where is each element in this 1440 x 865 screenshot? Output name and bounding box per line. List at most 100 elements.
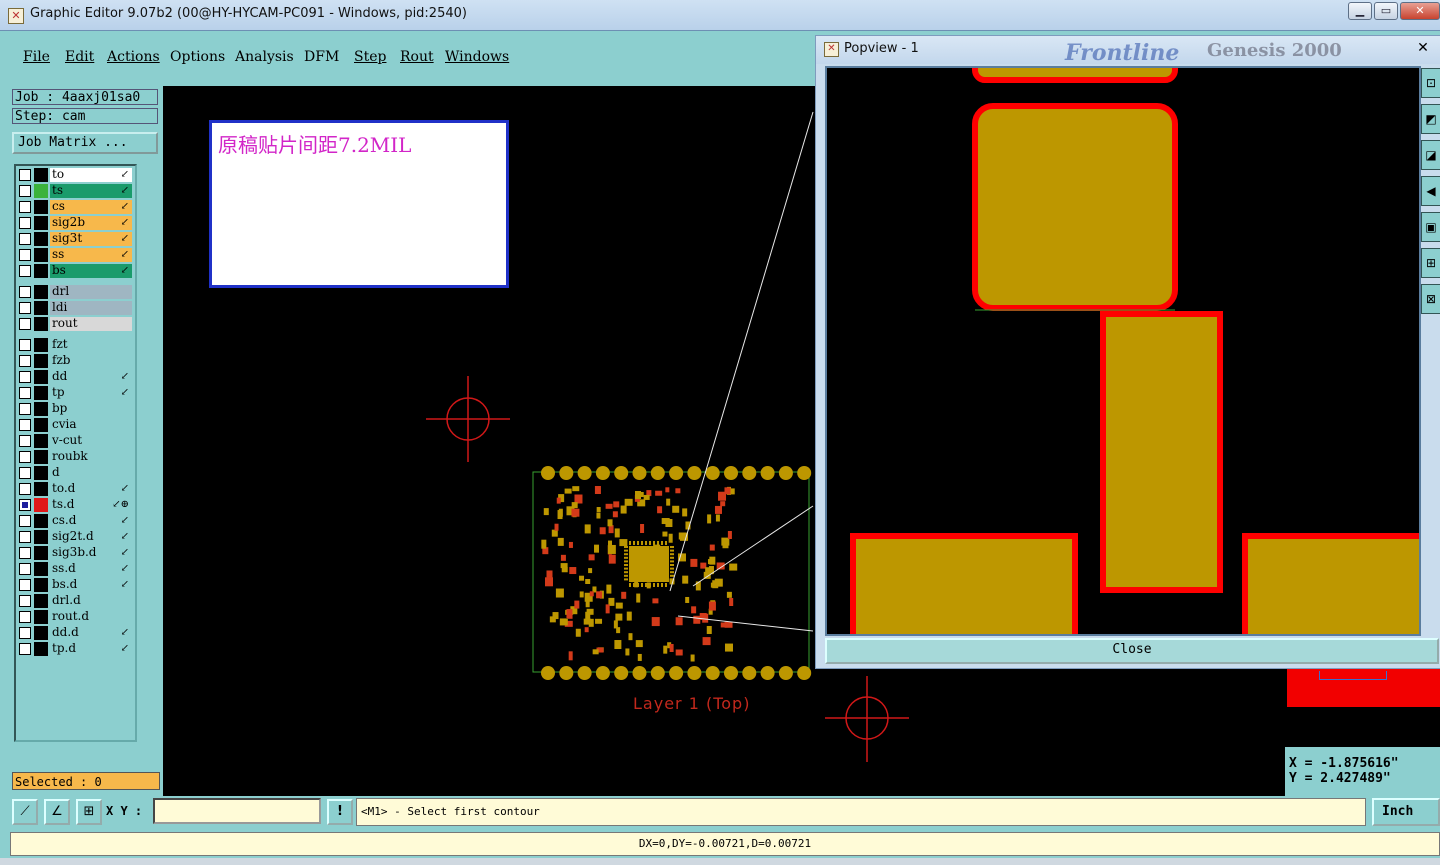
layer-color-swatch[interactable] bbox=[34, 482, 48, 496]
layer-row-v-cut[interactable]: v-cut bbox=[18, 434, 132, 448]
menu-actions[interactable]: Actions bbox=[107, 49, 160, 65]
layer-name[interactable]: rout.d bbox=[50, 610, 132, 624]
layer-name[interactable]: bp bbox=[50, 402, 132, 416]
layer-name[interactable]: sig3t ↙ bbox=[50, 232, 132, 246]
layer-row-drl[interactable]: drl bbox=[18, 285, 132, 299]
layer-checkbox[interactable] bbox=[19, 201, 31, 213]
menu-rout[interactable]: Rout bbox=[400, 49, 434, 65]
layer-color-swatch[interactable] bbox=[34, 466, 48, 480]
layer-color-swatch[interactable] bbox=[34, 610, 48, 624]
layer-name[interactable]: rout bbox=[50, 317, 132, 331]
close-window-button[interactable]: ✕ bbox=[1400, 2, 1440, 20]
layer-color-swatch[interactable] bbox=[34, 200, 48, 214]
layer-row-tp[interactable]: tp ↙ bbox=[18, 386, 132, 400]
layer-checkbox[interactable] bbox=[19, 483, 31, 495]
layer-color-swatch[interactable] bbox=[34, 642, 48, 656]
layer-checkbox[interactable] bbox=[19, 339, 31, 351]
layer-name[interactable]: to.d ↙ bbox=[50, 482, 132, 496]
layer-checkbox[interactable] bbox=[19, 515, 31, 527]
layer-color-swatch[interactable] bbox=[34, 514, 48, 528]
layer-row-cvia[interactable]: cvia bbox=[18, 418, 132, 432]
layer-name[interactable]: d bbox=[50, 466, 132, 480]
layer-checkbox[interactable] bbox=[19, 531, 31, 543]
layer-name[interactable]: drl bbox=[50, 285, 132, 299]
layer-checkbox[interactable] bbox=[19, 371, 31, 383]
unit-button[interactable]: Inch bbox=[1372, 798, 1440, 826]
layer-checkbox[interactable] bbox=[19, 355, 31, 367]
pan-up-icon[interactable]: ◩ bbox=[1421, 104, 1440, 134]
layer-checkbox[interactable] bbox=[19, 435, 31, 447]
layer-checkbox[interactable] bbox=[19, 233, 31, 245]
layer-color-swatch[interactable] bbox=[34, 216, 48, 230]
overview-map[interactable] bbox=[1285, 667, 1440, 747]
layer-color-swatch[interactable] bbox=[34, 370, 48, 384]
menu-options[interactable]: Options bbox=[170, 49, 225, 65]
warning-icon[interactable]: ! bbox=[327, 799, 353, 825]
layer-color-swatch[interactable] bbox=[34, 498, 48, 512]
layer-name[interactable]: cvia bbox=[50, 418, 132, 432]
layer-color-swatch[interactable] bbox=[34, 317, 48, 331]
layer-color-swatch[interactable] bbox=[34, 248, 48, 262]
layer-row-rout.d[interactable]: rout.d bbox=[18, 610, 132, 624]
layer-row-sig3b.d[interactable]: sig3b.d ↙ bbox=[18, 546, 132, 560]
layer-row-fzt[interactable]: fzt bbox=[18, 338, 132, 352]
zoom-in-icon[interactable]: ⊡ bbox=[1421, 68, 1440, 98]
layer-color-swatch[interactable] bbox=[34, 168, 48, 182]
layer-row-bs.d[interactable]: bs.d ↙ bbox=[18, 578, 132, 592]
layer-row-d[interactable]: d bbox=[18, 466, 132, 480]
popview-canvas[interactable] bbox=[825, 66, 1421, 636]
layer-row-to.d[interactable]: to.d ↙ bbox=[18, 482, 132, 496]
layer-name[interactable]: cs ↙ bbox=[50, 200, 132, 214]
menu-windows[interactable]: Windows bbox=[445, 49, 509, 65]
layer-checkbox[interactable] bbox=[19, 249, 31, 261]
layer-color-swatch[interactable] bbox=[34, 626, 48, 640]
layer-name[interactable]: ldi bbox=[50, 301, 132, 315]
layer-row-bs[interactable]: bs ↙ bbox=[18, 264, 132, 278]
layer-row-cs.d[interactable]: cs.d ↙ bbox=[18, 514, 132, 528]
layer-name[interactable]: v-cut bbox=[50, 434, 132, 448]
layer-color-swatch[interactable] bbox=[34, 354, 48, 368]
layer-name[interactable]: sig2t.d ↙ bbox=[50, 530, 132, 544]
layer-row-ss.d[interactable]: ss.d ↙ bbox=[18, 562, 132, 576]
menu-edit[interactable]: Edit bbox=[65, 49, 94, 65]
job-matrix-button[interactable]: Job Matrix ... bbox=[12, 132, 158, 154]
menu-step[interactable]: Step bbox=[354, 49, 386, 65]
layer-name[interactable]: drl.d bbox=[50, 594, 132, 608]
layer-color-swatch[interactable] bbox=[34, 562, 48, 576]
layer-color-swatch[interactable] bbox=[34, 184, 48, 198]
layer-row-roubk[interactable]: roubk bbox=[18, 450, 132, 464]
layer-name[interactable]: ss ↙ bbox=[50, 248, 132, 262]
layer-checkbox[interactable] bbox=[19, 318, 31, 330]
layer-color-swatch[interactable] bbox=[34, 418, 48, 432]
xy-input[interactable] bbox=[153, 798, 321, 824]
layer-name[interactable]: sig3b.d ↙ bbox=[50, 546, 132, 560]
layer-row-to[interactable]: to ↙ bbox=[18, 168, 132, 182]
layer-checkbox[interactable] bbox=[19, 185, 31, 197]
layer-name[interactable]: to ↙ bbox=[50, 168, 132, 182]
layer-color-swatch[interactable] bbox=[34, 338, 48, 352]
minimize-button[interactable]: ▁ bbox=[1348, 2, 1372, 20]
layer-color-swatch[interactable] bbox=[34, 546, 48, 560]
layer-color-swatch[interactable] bbox=[34, 232, 48, 246]
layer-checkbox[interactable] bbox=[19, 286, 31, 298]
layer-name[interactable]: fzt bbox=[50, 338, 132, 352]
layer-color-swatch[interactable] bbox=[34, 434, 48, 448]
layer-checkbox[interactable] bbox=[19, 563, 31, 575]
layer-color-swatch[interactable] bbox=[34, 578, 48, 592]
layer-checkbox[interactable] bbox=[19, 387, 31, 399]
layer-name[interactable]: fzb bbox=[50, 354, 132, 368]
layer-checkbox[interactable] bbox=[19, 467, 31, 479]
popview-close-button[interactable]: Close bbox=[825, 638, 1439, 664]
layer-name[interactable]: tp ↙ bbox=[50, 386, 132, 400]
layer-color-swatch[interactable] bbox=[34, 285, 48, 299]
layer-checkbox[interactable] bbox=[19, 403, 31, 415]
layer-color-swatch[interactable] bbox=[34, 402, 48, 416]
layer-color-swatch[interactable] bbox=[34, 450, 48, 464]
layer-color-swatch[interactable] bbox=[34, 386, 48, 400]
layer-checkbox[interactable] bbox=[19, 451, 31, 463]
layer-row-sig2b[interactable]: sig2b ↙ bbox=[18, 216, 132, 230]
layer-checkbox[interactable] bbox=[19, 579, 31, 591]
layer-checkbox[interactable] bbox=[19, 547, 31, 559]
layer-name[interactable]: roubk bbox=[50, 450, 132, 464]
zoom-box-icon[interactable]: ⊞ bbox=[1421, 248, 1440, 278]
